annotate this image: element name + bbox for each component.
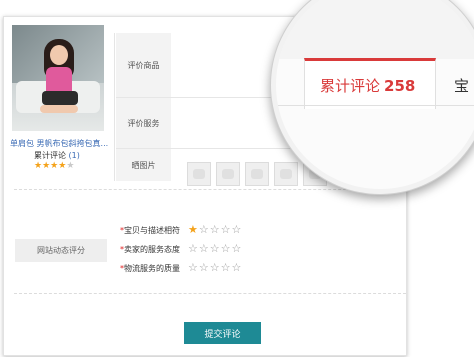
product-rating-stars: ★★★★★ <box>34 161 74 171</box>
star-empty-icon[interactable]: ☆ <box>221 242 232 255</box>
tab-label: 累计评论 <box>320 77 381 95</box>
section-divider <box>14 293 406 294</box>
star-filled-icon[interactable]: ★ <box>188 223 199 236</box>
star-empty-icon[interactable]: ☆ <box>232 223 243 236</box>
photo-upload-slot[interactable] <box>187 162 211 186</box>
column-divider <box>114 33 115 181</box>
star-empty-icon[interactable]: ☆ <box>199 223 210 236</box>
tab-next-partial[interactable]: 宝 <box>454 75 469 96</box>
dsr-stars: ☆☆☆☆☆ <box>188 242 242 255</box>
star-empty-icon[interactable]: ☆ <box>232 261 243 274</box>
photos-label: 晒图片 <box>116 149 171 181</box>
submit-review-button[interactable]: 提交评论 <box>184 322 261 344</box>
product-review-label: 评价商品 <box>116 33 171 97</box>
dsr-row-label: 卖家的服务态度 <box>124 245 180 254</box>
product-review-count: 累计评论 (1) <box>34 150 80 161</box>
review-count-number[interactable]: (1) <box>69 151 80 160</box>
star-empty-icon[interactable]: ☆ <box>221 223 232 236</box>
dsr-row-label: 物流服务的质量 <box>124 264 180 273</box>
dsr-row-service: *卖家的服务态度 ☆☆☆☆☆ <box>120 242 241 255</box>
star-empty-icon[interactable]: ☆ <box>188 242 199 255</box>
star-filled-icon: ★ <box>34 161 43 171</box>
review-count-label: 累计评论 <box>34 151 66 160</box>
star-empty-icon[interactable]: ☆ <box>210 223 221 236</box>
star-empty-icon[interactable]: ☆ <box>221 261 232 274</box>
star-empty-icon[interactable]: ☆ <box>199 261 210 274</box>
star-empty-icon[interactable]: ☆ <box>232 242 243 255</box>
dsr-stars: ★☆☆☆☆ <box>188 223 242 236</box>
product-image[interactable] <box>12 25 104 131</box>
dsr-section-title: 网站动态评分 <box>15 239 107 262</box>
dsr-row-description: *宝贝与描述相符 ★☆☆☆☆ <box>120 223 241 236</box>
service-review-label: 评价服务 <box>116 98 171 148</box>
section-divider <box>14 189 406 190</box>
tab-cumulative-reviews-label: 累计评论 258 <box>320 75 415 96</box>
photo-upload-slot[interactable] <box>245 162 269 186</box>
star-empty-icon[interactable]: ☆ <box>199 242 210 255</box>
photo-upload-slot[interactable] <box>216 162 240 186</box>
dsr-stars: ☆☆☆☆☆ <box>188 261 242 274</box>
photo-upload-slot[interactable] <box>274 162 298 186</box>
star-filled-icon: ★ <box>42 161 51 171</box>
star-empty-icon[interactable]: ☆ <box>210 261 221 274</box>
star-empty-icon[interactable]: ☆ <box>210 242 221 255</box>
tab-count: 258 <box>384 77 416 95</box>
dsr-row-logistics: *物流服务的质量 ☆☆☆☆☆ <box>120 261 241 274</box>
dsr-row-label: 宝贝与描述相符 <box>124 226 180 235</box>
star-empty-icon: ★ <box>66 161 75 171</box>
star-empty-icon[interactable]: ☆ <box>188 261 199 274</box>
product-name-link[interactable]: 单肩包 男帆布包斜挎包真... <box>10 138 108 149</box>
